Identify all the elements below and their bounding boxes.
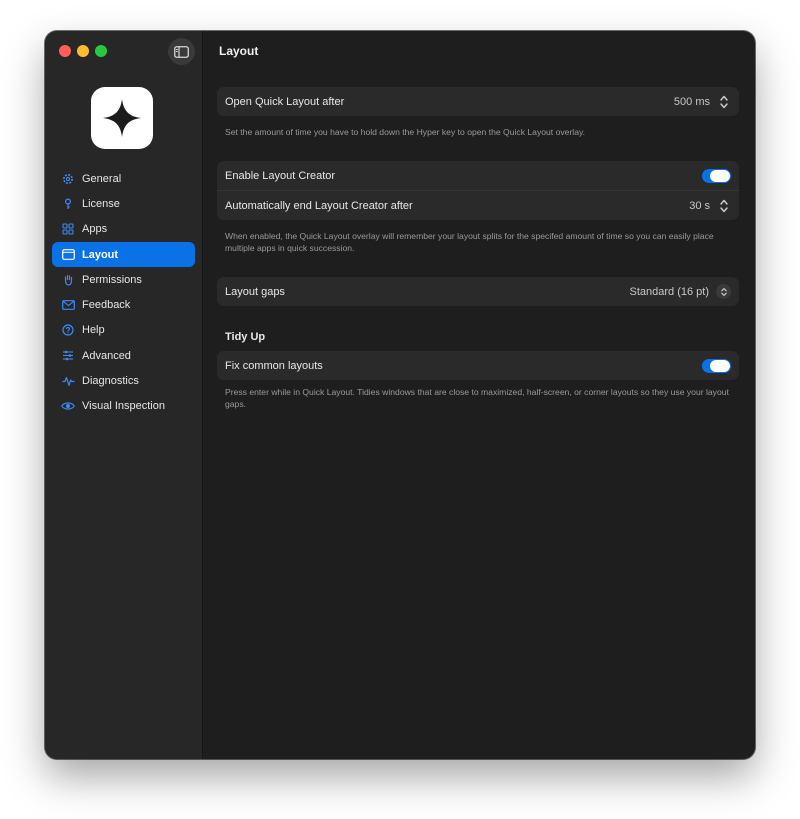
- page-title: Layout: [219, 44, 259, 58]
- settings-window: General License Apps Layout Permissions …: [45, 31, 755, 759]
- sidebar-item-apps[interactable]: Apps: [52, 217, 195, 242]
- sidebar: General License Apps Layout Permissions …: [45, 31, 203, 759]
- waveform-icon: [61, 374, 75, 388]
- quick-layout-card: Open Quick Layout after 500 ms: [217, 87, 739, 116]
- sidebar-item-license[interactable]: License: [52, 191, 195, 216]
- sparkle-icon: [103, 99, 141, 137]
- sidebar-item-layout[interactable]: Layout: [52, 241, 195, 268]
- close-window-button[interactable]: [59, 45, 71, 57]
- layout-gaps-row: Layout gaps Standard (16 pt): [217, 277, 739, 306]
- sidebar-item-label: General: [82, 172, 122, 185]
- fix-common-layouts-row: Fix common layouts: [217, 351, 739, 380]
- window-layout-icon: [61, 248, 75, 262]
- stepper-arrows-icon: [720, 95, 728, 108]
- hand-icon: [61, 273, 75, 287]
- auto-end-layout-creator-label: Automatically end Layout Creator after: [225, 199, 413, 212]
- enable-layout-creator-row: Enable Layout Creator: [217, 161, 739, 190]
- layout-gaps-popup[interactable]: Standard (16 pt): [629, 284, 731, 299]
- layout-creator-card: Enable Layout Creator Automatically end …: [217, 161, 739, 220]
- app-logo: [91, 87, 153, 149]
- sidebar-item-advanced[interactable]: Advanced: [52, 343, 195, 368]
- sidebar-item-visual-inspection[interactable]: Visual Inspection: [52, 394, 195, 419]
- eye-icon: [61, 399, 75, 413]
- sidebar-item-label: Feedback: [82, 299, 131, 312]
- quick-layout-delay-stepper[interactable]: [717, 92, 731, 112]
- sidebar-item-label: Visual Inspection: [82, 400, 165, 413]
- toggle-knob: [710, 359, 730, 372]
- sidebar-item-label: Help: [82, 324, 105, 337]
- quick-layout-help-text: Set the amount of time you have to hold …: [225, 127, 586, 137]
- sidebar-item-general[interactable]: General: [52, 166, 195, 191]
- sidebar-nav: General License Apps Layout Permissions …: [52, 166, 195, 419]
- settings-content: Layout Open Quick Layout after 500 ms Se…: [203, 31, 755, 759]
- sidebar-item-permissions[interactable]: Permissions: [52, 267, 195, 292]
- grid-icon: [61, 222, 75, 236]
- zoom-window-button[interactable]: [95, 45, 107, 57]
- enable-layout-creator-toggle[interactable]: [702, 168, 731, 183]
- enable-layout-creator-label: Enable Layout Creator: [225, 169, 336, 182]
- tidy-up-section-title: Tidy Up: [225, 331, 266, 343]
- layout-creator-help-text: When enabled, the Quick Layout overlay w…: [225, 231, 714, 253]
- sidebar-item-diagnostics[interactable]: Diagnostics: [52, 368, 195, 393]
- layout-gaps-label: Layout gaps: [225, 285, 285, 298]
- quick-layout-delay-value[interactable]: 500 ms: [674, 96, 710, 108]
- popup-arrows-icon: [716, 284, 731, 299]
- toggle-sidebar-button[interactable]: [168, 38, 195, 65]
- auto-end-layout-creator-row: Automatically end Layout Creator after 3…: [217, 190, 739, 220]
- sidebar-item-label: Advanced: [82, 349, 131, 362]
- fix-common-layouts-label: Fix common layouts: [225, 359, 323, 372]
- quick-layout-delay-label: Open Quick Layout after: [225, 95, 345, 108]
- layout-gaps-value: Standard (16 pt): [629, 285, 710, 298]
- auto-end-layout-creator-stepper[interactable]: [717, 196, 731, 216]
- auto-end-layout-creator-value[interactable]: 30 s: [689, 200, 710, 212]
- sidebar-item-feedback[interactable]: Feedback: [52, 292, 195, 317]
- minimize-window-button[interactable]: [77, 45, 89, 57]
- sidebar-icon: [174, 45, 189, 58]
- sidebar-item-label: Diagnostics: [82, 375, 139, 388]
- sidebar-item-label: Layout: [82, 248, 119, 261]
- fix-common-layouts-toggle[interactable]: [702, 358, 731, 373]
- sidebar-item-help[interactable]: Help: [52, 318, 195, 343]
- question-circle-icon: [61, 323, 75, 337]
- stepper-arrows-icon: [720, 199, 728, 212]
- tidy-up-help-text: Press enter while in Quick Layout. Tidie…: [225, 387, 729, 409]
- key-icon: [61, 197, 75, 211]
- layout-gaps-card: Layout gaps Standard (16 pt): [217, 277, 739, 306]
- sidebar-item-label: Permissions: [82, 273, 142, 286]
- envelope-icon: [61, 298, 75, 312]
- sidebar-item-label: Apps: [82, 223, 108, 236]
- gear-icon: [61, 172, 75, 186]
- tidy-up-card: Fix common layouts: [217, 351, 739, 380]
- sidebar-item-label: License: [82, 197, 120, 210]
- sliders-icon: [61, 349, 75, 363]
- quick-layout-delay-row: Open Quick Layout after 500 ms: [217, 87, 739, 116]
- toggle-knob: [710, 169, 730, 182]
